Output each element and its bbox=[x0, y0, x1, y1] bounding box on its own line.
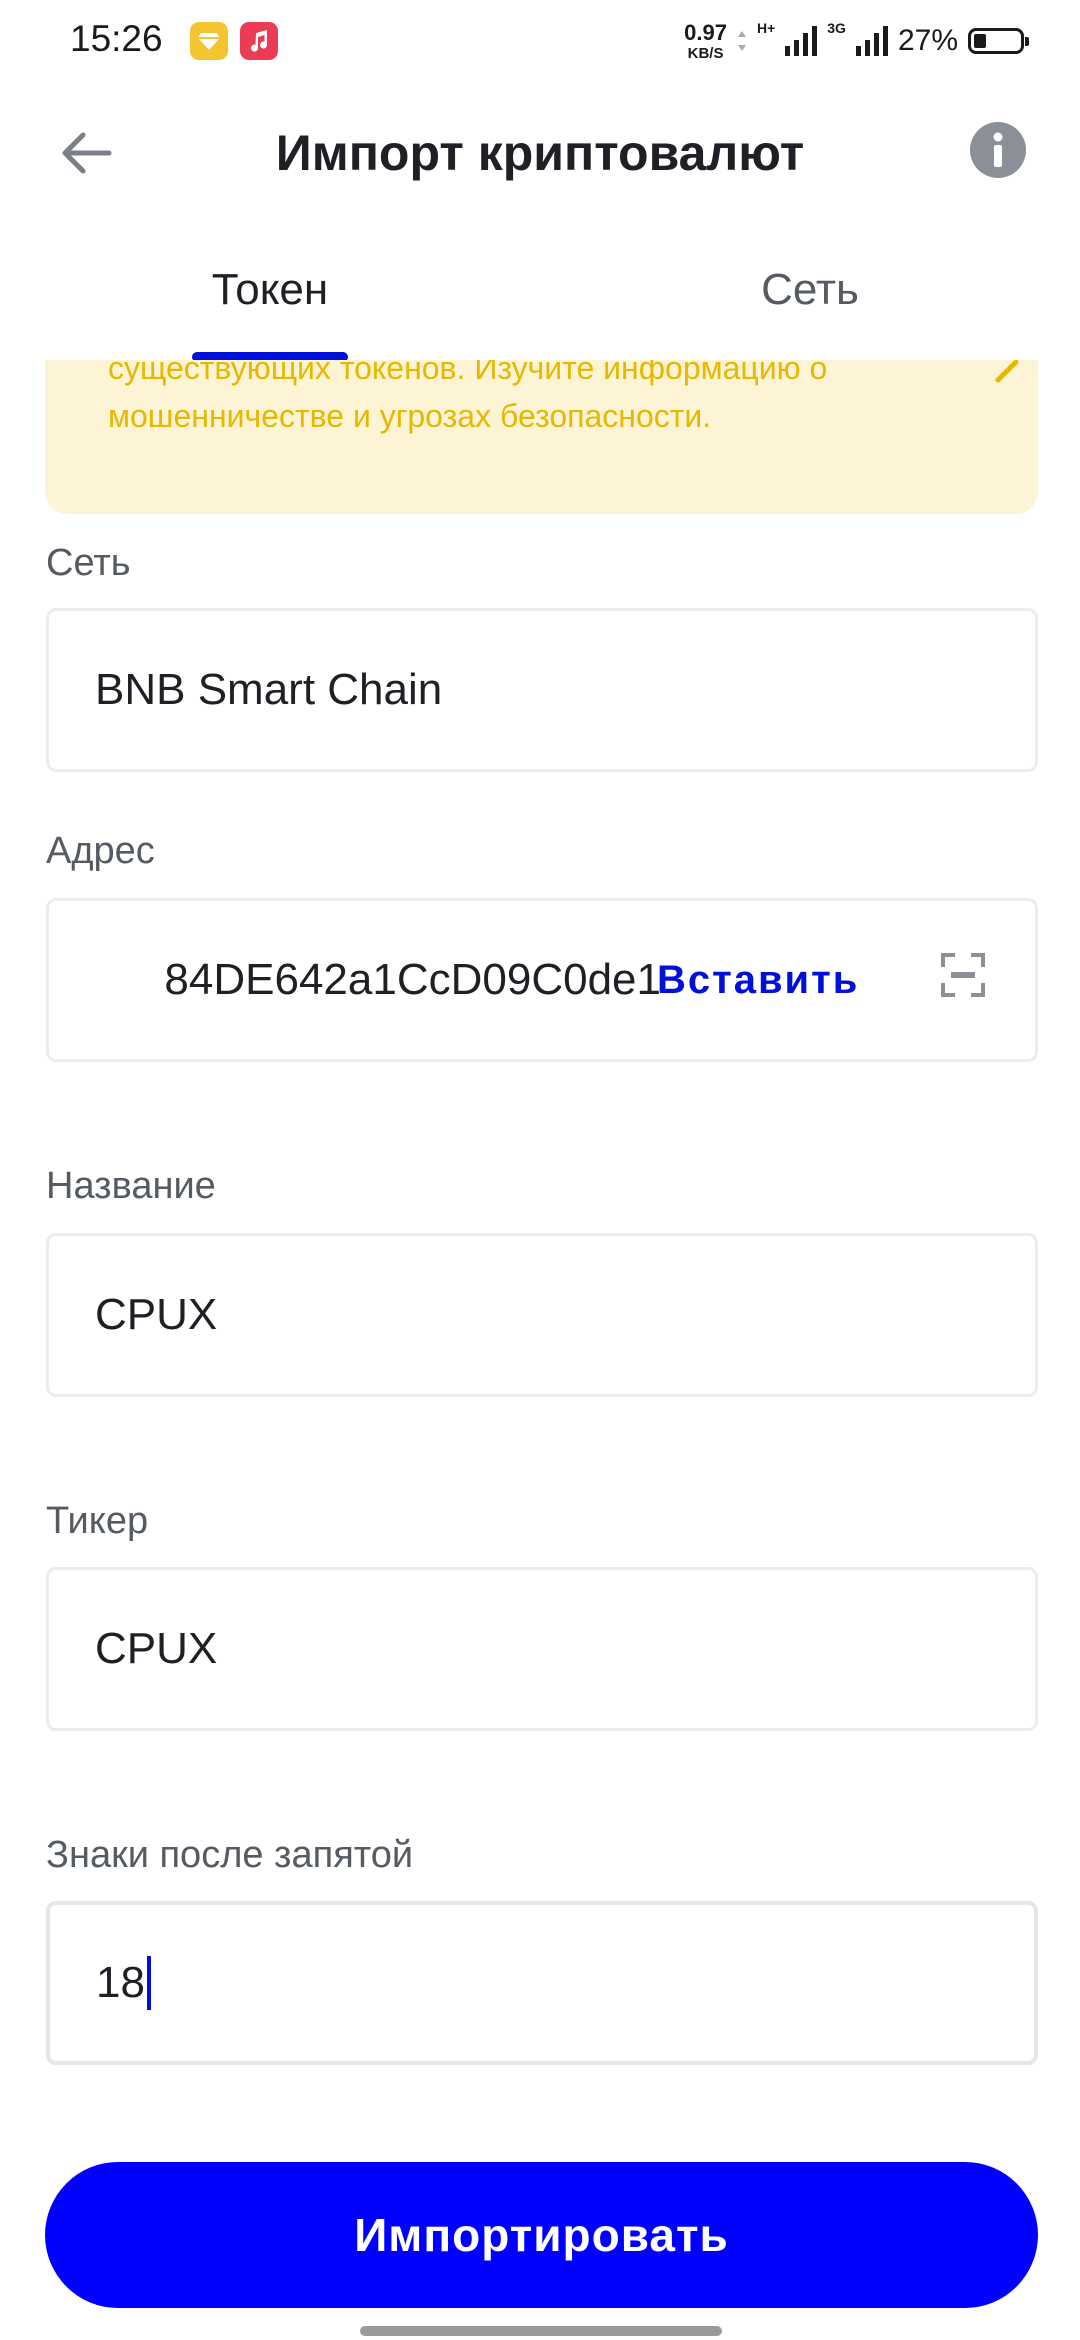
warning-clip: существующих токенов. Изучите информацию… bbox=[0, 360, 1080, 520]
name-value: CPUX bbox=[95, 1290, 218, 1339]
back-button[interactable] bbox=[50, 118, 120, 188]
signal1-label: H+ bbox=[756, 20, 776, 36]
import-button[interactable]: Импортировать bbox=[45, 2162, 1038, 2308]
address-value: 84DE642a1CcD09C0de1 bbox=[164, 955, 661, 1004]
network-speed-value: 0.97 bbox=[684, 19, 727, 45]
name-label: Название bbox=[46, 1165, 216, 1207]
battery-percent: 27% bbox=[897, 24, 958, 57]
network-value: BNB Smart Chain bbox=[95, 665, 443, 714]
network-label: Сеть bbox=[46, 542, 131, 584]
decimals-field[interactable]: 18 bbox=[46, 1901, 1038, 2065]
text-cursor bbox=[146, 1956, 151, 2010]
chevron-icon[interactable] bbox=[994, 360, 1020, 389]
signal-icon bbox=[785, 26, 818, 56]
arrow-left-icon bbox=[62, 132, 112, 174]
data-arrows-icon bbox=[737, 31, 746, 51]
ticker-field[interactable]: CPUX bbox=[46, 1567, 1038, 1731]
battery-icon bbox=[968, 28, 1029, 54]
paste-button[interactable]: Вставить bbox=[657, 901, 859, 1059]
scan-icon bbox=[941, 953, 985, 997]
address-field[interactable]: 84DE642a1CcD09C0de1 Вставить bbox=[46, 898, 1038, 1062]
decimals-input[interactable]: 18 bbox=[96, 1905, 151, 2061]
ticker-value: CPUX bbox=[95, 1624, 218, 1673]
warning-text: существующих токенов. Изучите информацию… bbox=[108, 360, 828, 434]
status-time: 15:26 bbox=[70, 18, 163, 59]
music-app-icon bbox=[240, 22, 278, 60]
network-speed: 0.97 KB/S bbox=[684, 19, 727, 62]
ticker-label: Тикер bbox=[46, 1500, 149, 1542]
info-button[interactable] bbox=[968, 120, 1028, 180]
page-title: Импорт криптовалют bbox=[275, 125, 805, 181]
home-indicator[interactable] bbox=[360, 2326, 722, 2336]
status-indicators: 0.97 KB/S H+ 3G 27% bbox=[684, 16, 1029, 66]
signal2-label: 3G bbox=[827, 20, 846, 36]
name-field[interactable]: CPUX bbox=[46, 1233, 1038, 1397]
battery-fill bbox=[974, 34, 986, 48]
decimals-value: 18 bbox=[96, 1958, 145, 2007]
scan-button[interactable] bbox=[941, 953, 1001, 1013]
network-field[interactable]: BNB Smart Chain bbox=[46, 608, 1038, 772]
info-icon bbox=[970, 122, 1026, 178]
address-input[interactable]: 84DE642a1CcD09C0de1 bbox=[91, 901, 661, 1059]
signal-icon bbox=[855, 26, 888, 56]
decimals-label: Знаки после запятой bbox=[46, 1834, 414, 1876]
app-notification-icon bbox=[190, 22, 228, 60]
tab-token[interactable]: Токен bbox=[160, 255, 380, 325]
address-label: Адрес bbox=[46, 830, 155, 872]
tab-network[interactable]: Сеть bbox=[700, 255, 920, 325]
network-speed-unit: KB/S bbox=[687, 44, 724, 62]
